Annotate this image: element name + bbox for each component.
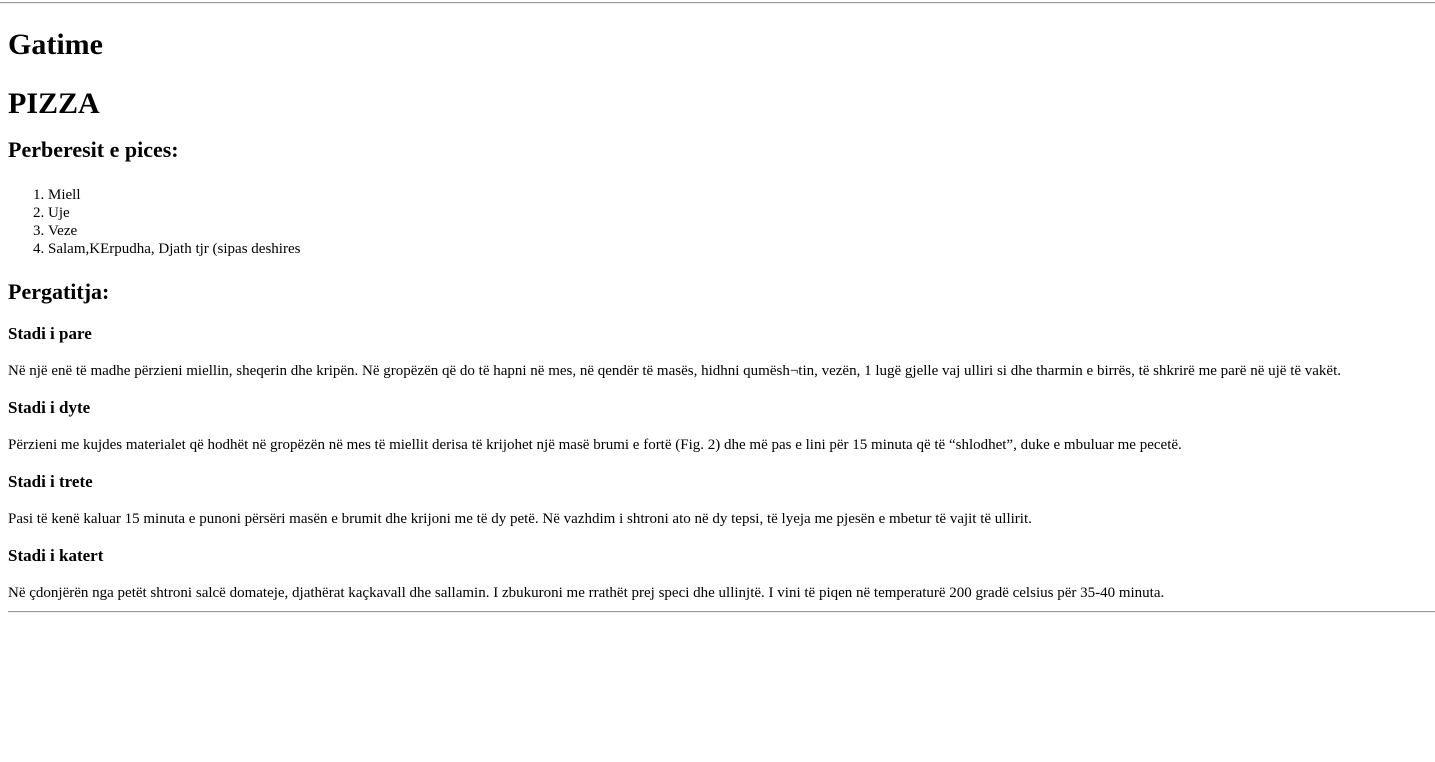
ingredient-item: Salam,KErpudha, Djath tjr (sipas deshire… (48, 240, 1435, 258)
preparation-heading: Pergatitja: (8, 279, 110, 304)
step-text: Në një enë të madhe përzieni miellin, sh… (8, 363, 1342, 379)
bottom-divider (8, 611, 1435, 613)
step-text: Pasi të kenë kaluar 15 minuta e punoni p… (8, 511, 1032, 527)
top-divider (0, 2, 1435, 4)
site-title: Gatime (8, 28, 103, 61)
page-content: Gatime PIZZA Perberesit e pices: Miell U… (0, 28, 1435, 613)
ingredient-item: Miell (48, 186, 1435, 204)
ingredient-item: Uje (48, 204, 1435, 222)
ingredients-heading: Perberesit e pices: (8, 137, 179, 162)
step-title: Stadi i dyte (8, 398, 91, 417)
step-title: Stadi i pare (8, 324, 92, 343)
recipe-title: PIZZA (8, 87, 100, 120)
step-title: Stadi i trete (8, 472, 93, 491)
ingredient-item: Veze (48, 222, 1435, 240)
step-title: Stadi i katert (8, 546, 104, 565)
ingredients-list: Miell Uje Veze Salam,KErpudha, Djath tjr… (8, 186, 1435, 258)
step-text: Në çdonjërën nga petët shtroni salcë dom… (8, 585, 1165, 601)
step-text: Përzieni me kujdes materialet që hodhët … (8, 437, 1182, 453)
